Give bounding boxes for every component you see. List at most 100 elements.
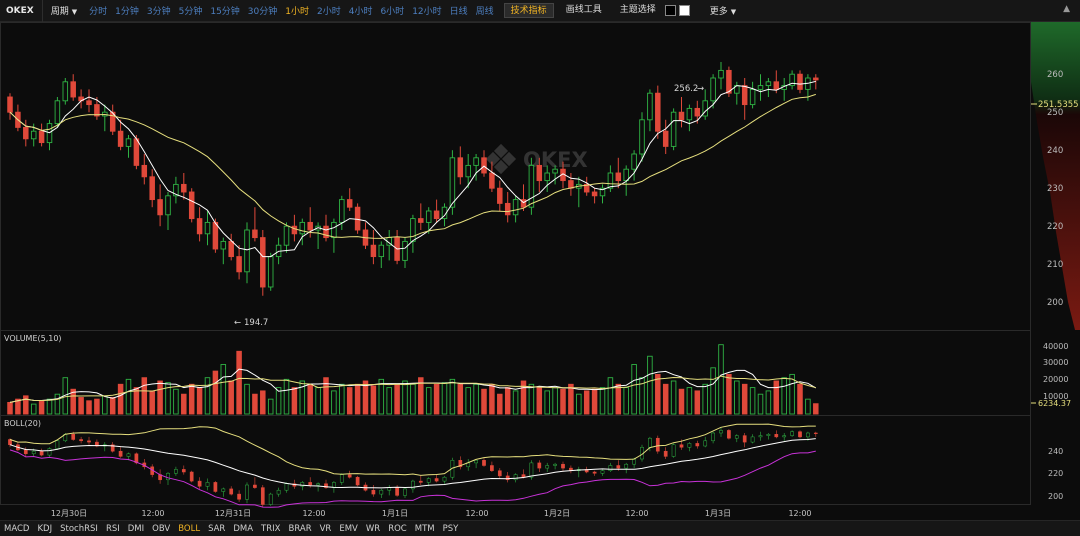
boll-candle-body bbox=[782, 435, 787, 438]
candle-body bbox=[591, 191, 598, 197]
candle-body bbox=[639, 119, 645, 155]
volume-bar bbox=[315, 387, 321, 415]
indicator-tab[interactable]: MACD bbox=[0, 524, 33, 534]
period-tab[interactable]: 15分钟 bbox=[206, 4, 243, 17]
boll-title: BOLL(20) bbox=[4, 419, 41, 428]
volume-bar bbox=[449, 378, 456, 415]
indicator-tab[interactable]: EMV bbox=[335, 524, 362, 534]
boll-candle-body bbox=[505, 475, 510, 481]
volume-bar bbox=[291, 387, 298, 415]
boll-candle-body bbox=[592, 471, 597, 474]
indicator-tab[interactable]: VR bbox=[316, 524, 336, 534]
candle-body bbox=[86, 100, 92, 106]
boll-candle-body bbox=[205, 482, 210, 487]
boll-candle-body bbox=[742, 435, 747, 443]
exchange-symbol: OKEX bbox=[6, 5, 34, 16]
indicator-tab[interactable]: ROC bbox=[384, 524, 411, 534]
volume-bar bbox=[425, 387, 432, 415]
volume-bar bbox=[7, 402, 13, 415]
candle-body bbox=[244, 229, 250, 273]
period-tab[interactable]: 1分钟 bbox=[111, 4, 143, 17]
collapse-up-icon[interactable]: ▲ bbox=[1063, 4, 1070, 14]
candle-body bbox=[623, 168, 629, 182]
period-tab[interactable]: 分时 bbox=[85, 4, 111, 17]
candle-body bbox=[236, 256, 242, 273]
theme-light-swatch[interactable] bbox=[678, 5, 690, 16]
candle-body bbox=[481, 157, 487, 174]
volume-bar bbox=[686, 387, 693, 415]
volume-bar bbox=[331, 390, 337, 415]
drawing-tools-button[interactable]: 画线工具 bbox=[560, 3, 608, 18]
boll-candle-body bbox=[426, 478, 431, 483]
period-tab[interactable]: 12小时 bbox=[408, 4, 445, 17]
kline-app: OKEX 周期 ▼ 分时 1分钟 3分钟 5分钟 15分钟 30分钟 1小时 2小… bbox=[0, 0, 1080, 536]
boll-candles-group bbox=[8, 427, 818, 508]
period-tab[interactable]: 30分钟 bbox=[244, 4, 281, 17]
period-dropdown[interactable]: 周期 ▼ bbox=[43, 4, 85, 17]
indicator-tab-active[interactable]: BOLL bbox=[174, 524, 204, 534]
period-tab[interactable]: 5分钟 bbox=[175, 4, 207, 17]
period-tab[interactable]: 3分钟 bbox=[143, 4, 175, 17]
boll-candle-body bbox=[181, 469, 186, 473]
boll-candle-body bbox=[695, 443, 700, 447]
theme-dark-swatch[interactable] bbox=[664, 5, 676, 16]
indicator-tab[interactable]: PSY bbox=[439, 524, 463, 534]
period-tab[interactable]: 日线 bbox=[446, 4, 472, 17]
candle-body bbox=[678, 111, 685, 121]
boll-candle-body bbox=[687, 443, 692, 448]
boll-tick: 240 bbox=[1048, 447, 1063, 456]
indicator-tab[interactable]: MTM bbox=[411, 524, 439, 534]
indicator-tab[interactable]: KDJ bbox=[33, 524, 56, 534]
candle-body bbox=[631, 153, 637, 170]
indicator-tab[interactable]: DMA bbox=[229, 524, 257, 534]
volume-bar bbox=[678, 388, 685, 415]
boll-candle-body bbox=[806, 432, 810, 438]
indicator-tab[interactable]: TRIX bbox=[257, 524, 284, 534]
candle-body bbox=[402, 240, 408, 261]
candle-body bbox=[536, 164, 543, 182]
indicator-tab[interactable]: SAR bbox=[204, 524, 229, 534]
period-tab-active[interactable]: 1小时 bbox=[281, 4, 313, 17]
candle-body bbox=[165, 195, 171, 216]
period-tab[interactable]: 6小时 bbox=[376, 4, 408, 17]
period-tab[interactable]: 周线 bbox=[472, 4, 498, 17]
boll-candle-body bbox=[55, 440, 60, 449]
indicator-tab[interactable]: DMI bbox=[124, 524, 148, 534]
boll-candle-body bbox=[711, 432, 715, 442]
time-label: 12:00 bbox=[625, 509, 648, 518]
candle-body bbox=[196, 218, 203, 235]
period-tab[interactable]: 2小时 bbox=[313, 4, 345, 17]
volume-bar bbox=[591, 388, 598, 415]
boll-candle-body bbox=[624, 463, 629, 469]
candle-body bbox=[504, 202, 511, 216]
period-tab[interactable]: 4小时 bbox=[345, 4, 377, 17]
indicator-tab[interactable]: OBV bbox=[148, 524, 174, 534]
boll-candle-body bbox=[434, 478, 439, 482]
boll-candle-body bbox=[529, 462, 534, 478]
volume-bar bbox=[702, 383, 708, 415]
current-price-label: 251.5355 bbox=[1038, 100, 1079, 110]
more-dropdown[interactable]: 更多 ▼ bbox=[710, 4, 736, 17]
candle-body bbox=[23, 126, 29, 140]
boll-candle-body bbox=[774, 434, 779, 438]
price-tick: 240 bbox=[1047, 146, 1063, 156]
volume-bar bbox=[813, 403, 819, 415]
volume-bar bbox=[504, 387, 511, 415]
indicator-tab[interactable]: WR bbox=[362, 524, 384, 534]
boll-tick: 220 bbox=[1048, 469, 1063, 478]
candle-body bbox=[283, 225, 290, 246]
volume-bar bbox=[583, 390, 590, 415]
indicator-tab[interactable]: RSI bbox=[102, 524, 124, 534]
candle-body bbox=[512, 199, 519, 216]
volume-bar bbox=[196, 387, 203, 415]
indicator-tab[interactable]: BRAR bbox=[284, 524, 315, 534]
boll-candle-body bbox=[703, 440, 708, 447]
indicator-tab[interactable]: StochRSI bbox=[56, 524, 102, 534]
time-label: 12月31日 bbox=[215, 509, 251, 518]
tech-indicators-button[interactable]: 技术指标 bbox=[503, 3, 554, 18]
volume-bar bbox=[662, 383, 669, 415]
candle-body bbox=[473, 157, 479, 166]
candle-body bbox=[710, 77, 716, 102]
candle-body bbox=[212, 221, 219, 250]
chart-area[interactable]: OKEX 260 250 240 230 220 210 200 251.535… bbox=[0, 22, 1080, 520]
